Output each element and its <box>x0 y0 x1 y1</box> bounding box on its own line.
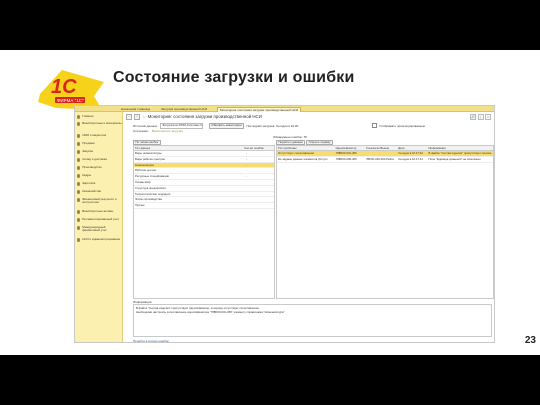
sidebar-item-treasury[interactable]: Казначейство <box>77 189 122 197</box>
nav-icon <box>77 174 81 178</box>
main-panel: ‹ › ☆ Мониторинг состояния загрузки прои… <box>123 112 494 342</box>
status-label: Состояние: <box>133 129 149 133</box>
column-header[interactable]: Кол-во ошибок <box>243 146 274 150</box>
sidebar: Главное Внеоборотные и материалы CRM и м… <box>75 112 123 342</box>
nav-icon <box>77 150 81 154</box>
source-label: Источник данных: <box>133 123 158 128</box>
slide: 1С ФИРМА "1С" Состояние загрузки и ошибк… <box>0 50 540 355</box>
column-header[interactable]: Ссылка во Внешн <box>365 146 397 150</box>
filter-row: Источник данных: Загрузка из PDM-Системы… <box>133 123 425 129</box>
column-header[interactable]: Информация <box>428 146 493 150</box>
back-icon[interactable]: ‹ <box>126 114 132 120</box>
nav-icon <box>77 182 81 186</box>
nav-icon <box>77 218 81 222</box>
nav-icon <box>77 158 81 162</box>
svg-text:ФИРМА "1С": ФИРМА "1С" <box>57 98 84 103</box>
info-line: Необходимо настроить сопоставление идент… <box>136 309 285 314</box>
nav-icon <box>77 210 81 214</box>
info-textarea[interactable]: В файле "Состав изделия" присутствует ид… <box>133 303 492 337</box>
source-select[interactable]: Загрузка из PDM-Системы С <box>159 123 203 129</box>
nav-icon <box>77 238 81 242</box>
sidebar-item-staff[interactable]: Кадры <box>77 173 122 181</box>
arrow-icon: › <box>246 174 247 179</box>
slide-title: Состояние загрузки и ошибки <box>113 69 355 86</box>
refresh-button[interactable]: Обновить мониторинг <box>208 123 245 129</box>
sidebar-item-ifrs[interactable]: Международный финансовый учет <box>77 225 122 233</box>
sidebar-item-salary[interactable]: Зарплата <box>77 181 122 189</box>
table-row[interactable]: Прочее <box>134 203 274 209</box>
show-processed-label: Отображать проигнорированные <box>379 123 426 128</box>
last-load-text: Последняя загрузка: Сегодня в 10:00 <box>246 123 299 128</box>
sidebar-item-regulated[interactable]: Регламентированный учет <box>77 217 122 225</box>
nav-icon <box>77 115 81 119</box>
column-header[interactable]: Тип проблемы <box>277 146 335 150</box>
sidebar-item-purchases[interactable]: Закупки <box>77 149 122 157</box>
show-processed-checkbox[interactable] <box>372 123 378 129</box>
nav-icon <box>77 134 81 138</box>
arrow-icon: › <box>246 168 247 173</box>
arrow-icon: › <box>246 151 247 155</box>
form-title: Мониторинг состояния загрузки производст… <box>147 114 262 120</box>
sidebar-item-admin[interactable]: НСИ и администрирование <box>77 237 122 245</box>
link-icon[interactable]: 🔗 <box>470 114 476 120</box>
star-icon[interactable]: ☆ <box>142 114 146 119</box>
column-header[interactable]: Дата <box>397 146 427 150</box>
app-window: Начальная страница Загрузка производстве… <box>74 105 495 343</box>
sidebar-item-fixed-assets[interactable]: Внеоборотные активы <box>77 209 122 217</box>
sidebar-item-assets[interactable]: Внеоборотные и материалы <box>77 121 122 129</box>
sidebar-item-crm[interactable]: CRM и маркетинг <box>77 133 122 141</box>
errors-table: Тип проблемы Идентификатор Ссылка во Вне… <box>276 145 494 299</box>
data-types-table: Тип данных Кол-во ошибок Виды номенклату… <box>133 145 275 299</box>
close-icon[interactable]: × <box>485 114 491 120</box>
nav-icon <box>77 226 81 230</box>
more-icon[interactable]: ⋮ <box>477 114 484 120</box>
status-value: Выполняется загрузка <box>151 129 183 133</box>
nav-icon <box>77 122 81 126</box>
status-row: Состояние: Выполняется загрузка <box>133 129 183 133</box>
nav-icon <box>77 166 81 170</box>
nav-icon <box>77 190 81 194</box>
arrow-icon: › <box>246 162 247 167</box>
sidebar-item-controlling[interactable]: Финансовый результат и контроллинг <box>77 197 122 205</box>
nav-icon <box>77 142 81 146</box>
sidebar-item-sales[interactable]: Продажи <box>77 141 122 149</box>
column-header[interactable]: Тип данных <box>134 146 243 150</box>
forward-icon[interactable]: › <box>134 114 140 120</box>
table-row[interactable]: Не заданы данные элементов (Отсутс 78BF0… <box>277 157 493 163</box>
arrow-icon: › <box>246 156 247 161</box>
tab-nsi-load[interactable]: Загрузка производственной НСИ <box>159 107 209 111</box>
errors-count: Обнаружено ошибок: 75 <box>273 134 307 139</box>
sidebar-item-warehouse[interactable]: Склад и доставка <box>77 157 122 165</box>
form-window-controls: 🔗 ⋮ × <box>470 114 491 120</box>
svg-text:1С: 1С <box>51 76 77 98</box>
tab-home[interactable]: Начальная страница <box>119 107 152 111</box>
nav-icon <box>77 198 81 202</box>
sidebar-item-production[interactable]: Производство <box>77 165 122 173</box>
form-header: ‹ › ☆ Мониторинг состояния загрузки прои… <box>126 114 262 120</box>
column-header[interactable]: Идентификатор <box>335 146 365 150</box>
page-number: 23 <box>524 335 536 346</box>
error-list-link[interactable]: Перейти в список ошибок <box>133 339 169 342</box>
